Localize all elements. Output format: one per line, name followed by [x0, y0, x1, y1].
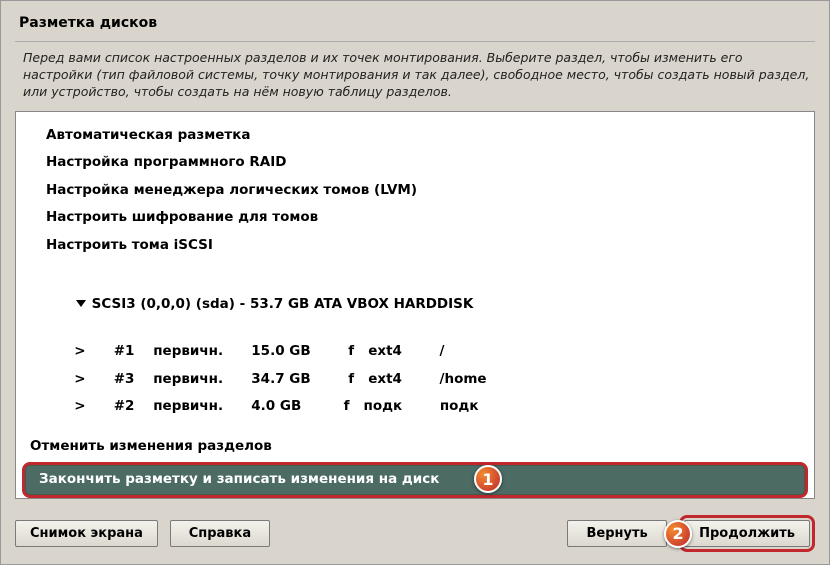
page-title: Разметка дисков: [1, 1, 829, 41]
finish-highlight-wrap: Закончить разметку и записать изменения …: [22, 462, 808, 498]
partition-row[interactable]: > #1 первичн. 15.0 GB f ext4 /: [16, 338, 814, 366]
partition-window: Разметка дисков Перед вами список настро…: [0, 0, 830, 565]
partition-row[interactable]: > #2 первичн. 4.0 GB f подк подк: [16, 393, 814, 421]
button-bar: Снимок экрана Справка Вернуть 2 Продолжи…: [1, 509, 829, 565]
annotation-badge-2: 2: [664, 520, 692, 548]
expand-icon: [76, 300, 86, 307]
back-button[interactable]: Вернуть: [567, 520, 667, 547]
finish-partitioning[interactable]: Закончить разметку и записать изменения …: [22, 462, 808, 498]
panel-wrap: Автоматическая разметка Настройка програ…: [15, 111, 815, 500]
help-button[interactable]: Справка: [170, 520, 270, 547]
screenshot-button[interactable]: Снимок экрана: [15, 520, 158, 547]
continue-highlight-wrap: 2 Продолжить: [679, 515, 815, 552]
divider: [15, 41, 815, 42]
disk-header-text: SCSI3 (0,0,0) (sda) - 53.7 GB ATA VBOX H…: [92, 296, 474, 312]
menu-auto-partition[interactable]: Автоматическая разметка: [16, 122, 814, 150]
disk-header[interactable]: SCSI3 (0,0,0) (sda) - 53.7 GB ATA VBOX H…: [16, 271, 814, 338]
continue-button[interactable]: Продолжить: [684, 520, 810, 547]
partition-row[interactable]: > #3 первичн. 34.7 GB f ext4 /home: [16, 366, 814, 394]
description-text: Перед вами список настроенных разделов и…: [1, 50, 829, 107]
menu-lvm[interactable]: Настройка менеджера логических томов (LV…: [16, 177, 814, 205]
menu-iscsi[interactable]: Настроить тома iSCSI: [16, 232, 814, 260]
menu-encrypt[interactable]: Настроить шифрование для томов: [16, 204, 814, 232]
partition-panel: Автоматическая разметка Настройка програ…: [15, 111, 815, 500]
menu-raid[interactable]: Настройка программного RAID: [16, 149, 814, 177]
undo-changes[interactable]: Отменить изменения разделов: [16, 433, 814, 461]
